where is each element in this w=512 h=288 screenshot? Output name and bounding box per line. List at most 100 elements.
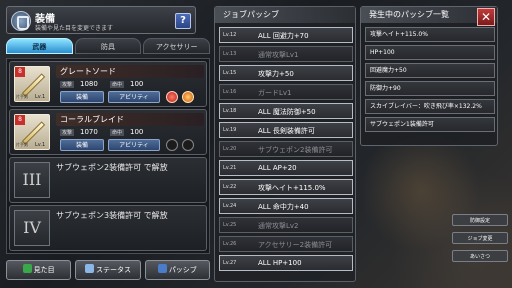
weapon-badge: 8 (15, 67, 25, 77)
passive-level: Lv.20 (223, 146, 237, 152)
job-passive-row[interactable]: Lv.15 攻撃力+50 (219, 65, 353, 81)
equip-button[interactable]: 装備 (60, 91, 104, 103)
job-passive-row[interactable]: Lv.24 ALL 命中力+40 (219, 198, 353, 214)
side-button[interactable]: ジョブ変更 (452, 232, 508, 244)
passive-level: Lv.16 (223, 89, 237, 95)
bottom-button-bar: 見た目 ステータス パッシブ (6, 260, 210, 280)
passive-level: Lv.13 (223, 51, 237, 57)
status-button[interactable]: ステータス (75, 260, 141, 280)
job-passive-row[interactable]: Lv.26 アクセサリー2装備許可 (219, 236, 353, 252)
passive-name: ALL 命中力+40 (258, 203, 309, 211)
job-passive-row[interactable]: Lv.19 ALL 長剣装備許可 (219, 122, 353, 138)
job-passive-row[interactable]: Lv.25 通常攻撃Lv2 (219, 217, 353, 233)
weapon-icon: 8 片手剣 Lv.1 (14, 114, 50, 150)
active-passive-row: サブウェポン1装備許可 (365, 117, 495, 132)
locked-sub-slot: III サブウェポン2装備許可 で解放 (9, 157, 207, 203)
active-passive-row: 攻撃ヘイト+115.0% (365, 27, 495, 42)
gem-slot-icon (166, 91, 178, 103)
job-passive-list[interactable]: Lv.12 ALL 回避力+70 Lv.13 通常攻撃Lv1 Lv.15 攻撃力+50 Lv… (219, 27, 353, 274)
empty-gem-slot-icon (166, 139, 178, 151)
slot-numeral: III (14, 162, 50, 198)
passive-level: Lv.12 (223, 32, 237, 38)
passive-name: ALL HP+100 (258, 259, 302, 267)
weapon-type-tag: 片手剣 (16, 94, 28, 99)
job-passive-row[interactable]: Lv.20 サブウェポン2装備許可 (219, 141, 353, 157)
appearance-button[interactable]: 見た目 (6, 260, 72, 280)
ability-button[interactable]: アビリティ (108, 91, 160, 103)
job-passive-panel: ジョブパッシブ Lv.12 ALL 回避力+70 Lv.13 通常攻撃Lv1 Lv.15… (214, 6, 356, 282)
job-passive-row[interactable]: Lv.12 ALL 回避力+70 (219, 27, 353, 43)
passive-name: ALL 回避力+70 (258, 32, 309, 40)
passive-level: Lv.26 (223, 241, 237, 247)
unlock-condition: サブウェポン3装備許可 で解放 (56, 211, 168, 220)
slot-numeral: IV (14, 210, 50, 246)
attack-label: 攻撃 (60, 129, 75, 136)
job-passive-row[interactable]: Lv.21 ALL AP+20 (219, 160, 353, 176)
passive-name: ALL 魔法防御+50 (258, 108, 316, 116)
status-icon (84, 264, 94, 273)
armor-icon (11, 11, 31, 31)
job-passive-header: ジョブパッシブ (215, 7, 355, 23)
status-label: ステータス (95, 266, 131, 274)
passive-level: Lv.27 (223, 260, 237, 266)
passive-name: アクセサリー2装備許可 (258, 241, 333, 249)
job-passive-row[interactable]: Lv.22 攻撃ヘイト+115.0% (219, 179, 353, 195)
passive-name: ALL 長剣装備許可 (258, 127, 315, 135)
attack-value: 1070 (80, 128, 98, 136)
job-passive-row[interactable]: Lv.13 通常攻撃Lv1 (219, 46, 353, 62)
passive-level: Lv.25 (223, 222, 237, 228)
tab-accessory[interactable]: アクセサリー (143, 38, 211, 54)
weapon-item[interactable]: 8 片手剣 Lv.1 コーラルブレイド 攻撃 1070 命中 100 装備 アビ… (9, 109, 207, 155)
passive-icon (157, 264, 167, 273)
equip-button[interactable]: 装備 (60, 139, 104, 151)
hit-label: 命中 (110, 81, 125, 88)
weapon-name: コーラルブレイド (56, 113, 204, 126)
passive-level: Lv.21 (223, 165, 237, 171)
weapon-item[interactable]: 8 片手剣 Lv.1 グレートソード 攻撃 1080 命中 100 装備 アビリ… (9, 61, 207, 107)
equipment-title-bar: 装備 装備や見た目を変更できます ? (6, 6, 196, 34)
equipment-panel: 装備 装備や見た目を変更できます ? 武器 防具 アクセサリー 8 片手剣 Lv… (6, 6, 211, 282)
tab-weapon[interactable]: 武器 (6, 38, 73, 54)
weapon-icon: 8 片手剣 Lv.1 (14, 66, 50, 102)
active-passive-row: 回避魔力+50 (365, 63, 495, 78)
weapon-level: Lv.1 (35, 142, 46, 148)
equipment-tabs: 武器 防具 アクセサリー (6, 38, 211, 54)
window-subtitle: 装備や見た目を変更できます (35, 25, 114, 32)
help-button[interactable]: ? (175, 13, 191, 29)
passive-name: 通常攻撃Lv2 (258, 222, 299, 230)
gem-slot-icon (182, 91, 194, 103)
side-button[interactable]: 防御設定 (452, 214, 508, 226)
hit-value: 100 (130, 80, 144, 88)
weapon-name: グレートソード (56, 65, 204, 78)
empty-gem-slot-icon (182, 139, 194, 151)
appearance-icon (22, 264, 32, 273)
passive-level: Lv.24 (223, 203, 237, 209)
passive-name: 攻撃力+50 (258, 70, 294, 78)
ability-button[interactable]: アビリティ (108, 139, 160, 151)
active-passive-panel: 発生中のパッシブ一覧 攻撃ヘイト+115.0% HP+100 回避魔力+50 防御力+… (360, 6, 498, 146)
appearance-label: 見た目 (33, 266, 55, 274)
weapon-type-tag: 片手剣 (16, 142, 28, 147)
active-passive-row: 防御力+90 (365, 81, 495, 96)
passive-name: 攻撃ヘイト+115.0% (258, 184, 326, 192)
job-passive-row[interactable]: Lv.27 ALL HP+100 (219, 255, 353, 271)
passive-name: ALL AP+20 (258, 164, 297, 172)
tab-armor[interactable]: 防具 (74, 38, 142, 54)
attack-value: 1080 (80, 80, 98, 88)
hit-label: 命中 (110, 129, 125, 136)
passive-label: パッシブ (168, 266, 197, 274)
job-passive-row[interactable]: Lv.18 ALL 魔法防御+50 (219, 103, 353, 119)
active-passive-list: 攻撃ヘイト+115.0% HP+100 回避魔力+50 防御力+90 スカイブレイバー：… (365, 27, 495, 135)
job-passive-row[interactable]: Lv.16 ガードLv1 (219, 84, 353, 100)
passive-name: サブウェポン2装備許可 (258, 146, 333, 154)
passive-level: Lv.22 (223, 184, 237, 190)
locked-sub-slot: IV サブウェポン3装備許可 で解放 (9, 205, 207, 251)
passive-button[interactable]: パッシブ (144, 260, 210, 280)
side-button[interactable]: あいさつ (452, 250, 508, 262)
hit-value: 100 (130, 128, 144, 136)
active-passive-row: HP+100 (365, 45, 495, 60)
weapon-list[interactable]: 8 片手剣 Lv.1 グレートソード 攻撃 1080 命中 100 装備 アビリ… (6, 58, 210, 254)
close-button[interactable]: ✕ (477, 8, 495, 26)
active-passive-row: スカイブレイバー：吹き飛び率×132.2% (365, 99, 495, 114)
passive-level: Lv.15 (223, 70, 237, 76)
